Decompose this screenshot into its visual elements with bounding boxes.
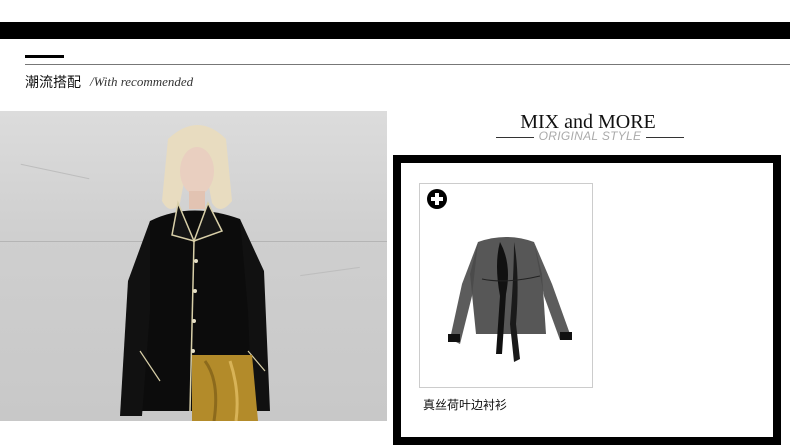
- mix-subtitle-line-left: [496, 137, 534, 138]
- product-name[interactable]: 真丝荷叶边衬衫: [423, 396, 507, 413]
- section-divider: [25, 64, 790, 65]
- section-subtitle: /With recommended: [90, 74, 194, 89]
- mix-subtitle: ORIGINAL STYLE: [538, 129, 642, 143]
- section-title: 潮流搭配: [25, 75, 81, 91]
- product-card[interactable]: [419, 183, 593, 388]
- plus-circle-icon[interactable]: [427, 189, 447, 209]
- mix-subtitle-line-right: [646, 137, 684, 138]
- top-black-bar: [0, 22, 790, 39]
- section-accent-line: [25, 55, 64, 58]
- model-figure: [120, 125, 270, 421]
- model-photo: [0, 111, 387, 421]
- product-image: [448, 237, 572, 362]
